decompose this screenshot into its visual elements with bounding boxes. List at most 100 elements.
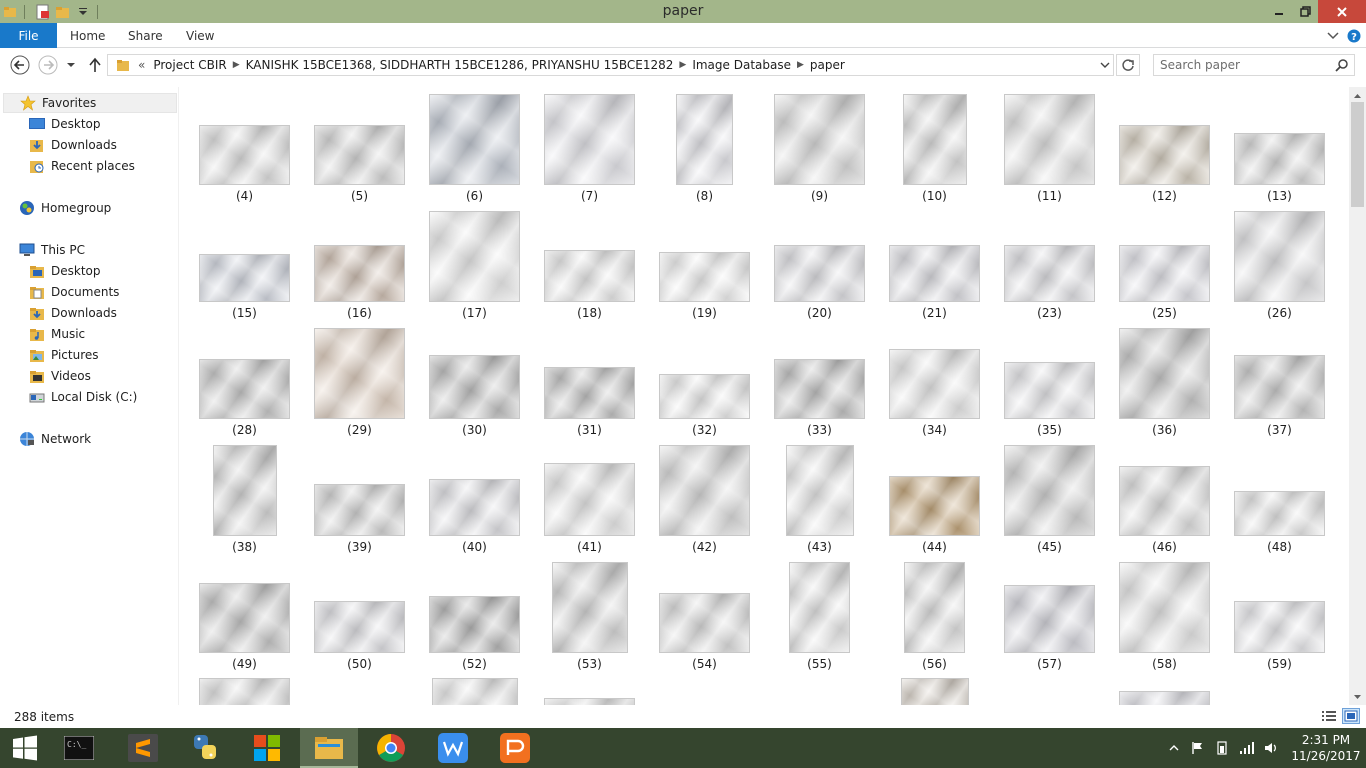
file-item[interactable]: (18) [532, 204, 647, 321]
address-dropdown-icon[interactable] [1097, 55, 1113, 75]
image-thumbnail[interactable] [774, 94, 865, 185]
image-thumbnail[interactable] [314, 601, 405, 653]
image-thumbnail[interactable] [889, 476, 980, 536]
image-thumbnail[interactable] [199, 583, 290, 653]
vertical-scrollbar[interactable] [1349, 87, 1366, 705]
file-item[interactable]: (48) [1222, 438, 1337, 555]
image-thumbnail[interactable] [1004, 94, 1095, 185]
restore-button[interactable] [1292, 0, 1318, 23]
sidebar-item-network[interactable]: Network [19, 429, 91, 449]
sidebar-item-recent-places[interactable]: Recent places [29, 156, 135, 176]
image-thumbnail[interactable] [889, 349, 980, 419]
tab-home[interactable]: Home [70, 23, 105, 48]
image-thumbnail[interactable] [659, 593, 750, 653]
image-thumbnail[interactable] [1004, 245, 1095, 302]
file-item[interactable]: (29) [302, 321, 417, 438]
image-thumbnail[interactable] [429, 211, 520, 302]
start-button[interactable] [0, 728, 50, 768]
chevron-right-icon[interactable]: ▶ [233, 60, 240, 70]
chevron-right-icon[interactable]: ▶ [797, 60, 804, 70]
image-thumbnail[interactable] [1119, 245, 1210, 302]
sidebar-item-local-disk[interactable]: Local Disk (C:) [29, 387, 137, 407]
file-item[interactable]: (25) [1107, 204, 1222, 321]
file-item[interactable]: (36) [1107, 321, 1222, 438]
image-thumbnail[interactable] [774, 359, 865, 419]
image-thumbnail[interactable] [1119, 125, 1210, 185]
image-thumbnail[interactable] [659, 252, 750, 302]
file-item[interactable]: (23) [992, 204, 1107, 321]
file-item[interactable]: (35) [992, 321, 1107, 438]
file-item[interactable]: (8) [647, 87, 762, 204]
sidebar-item-downloads[interactable]: Downloads [29, 303, 117, 323]
file-item[interactable]: (7) [532, 87, 647, 204]
file-item[interactable]: (9) [762, 87, 877, 204]
scroll-down-icon[interactable] [1349, 688, 1366, 705]
image-thumbnail[interactable] [1234, 601, 1325, 653]
file-item[interactable]: (56) [877, 555, 992, 672]
help-icon[interactable]: ? [1346, 23, 1362, 48]
image-thumbnail[interactable] [676, 94, 733, 185]
image-thumbnail[interactable] [789, 562, 850, 653]
file-item[interactable]: (41) [532, 438, 647, 555]
chrome-taskbar-button[interactable] [362, 728, 420, 768]
file-item[interactable]: (37) [1222, 321, 1337, 438]
image-thumbnail[interactable] [1004, 445, 1095, 536]
file-item[interactable]: (6) [417, 87, 532, 204]
sidebar-item-desktop[interactable]: Desktop [29, 261, 101, 281]
image-thumbnail[interactable] [432, 678, 518, 705]
cmd-taskbar-button[interactable]: C:\_ [50, 728, 108, 768]
file-explorer-taskbar-button[interactable] [300, 728, 358, 768]
file-item[interactable]: (42) [647, 438, 762, 555]
search-box[interactable] [1153, 54, 1355, 76]
forward-button[interactable] [37, 54, 58, 75]
image-thumbnail[interactable] [213, 445, 277, 536]
clock[interactable]: 2:31 PM 11/26/2017 [1286, 732, 1366, 764]
image-thumbnail[interactable] [1119, 562, 1210, 653]
refresh-button[interactable] [1116, 54, 1140, 76]
image-thumbnail[interactable] [199, 125, 290, 185]
image-thumbnail[interactable] [544, 94, 635, 185]
tab-file[interactable]: File [0, 23, 57, 48]
image-thumbnail[interactable] [659, 445, 750, 536]
search-input[interactable] [1160, 57, 1330, 73]
breadcrumb-paper[interactable]: paper [810, 58, 845, 72]
large-icons-view-icon[interactable] [1342, 708, 1360, 724]
file-item[interactable]: (53) [532, 555, 647, 672]
image-thumbnail[interactable] [544, 250, 635, 302]
file-item[interactable]: (32) [647, 321, 762, 438]
file-item[interactable]: (34) [877, 321, 992, 438]
details-view-icon[interactable] [1320, 708, 1338, 724]
file-item[interactable]: (11) [992, 87, 1107, 204]
wps-presentation-taskbar-button[interactable] [486, 728, 544, 768]
sidebar-item-pictures[interactable]: Pictures [29, 345, 99, 365]
file-item[interactable]: (38) [187, 438, 302, 555]
python-taskbar-button[interactable] [176, 728, 234, 768]
file-item[interactable]: (17) [417, 204, 532, 321]
image-thumbnail[interactable] [1119, 691, 1210, 705]
file-item[interactable]: (58) [1107, 555, 1222, 672]
minimize-button[interactable] [1266, 0, 1292, 23]
image-thumbnail[interactable] [659, 374, 750, 419]
sidebar-item-desktop[interactable]: Desktop [29, 114, 101, 134]
up-button[interactable] [86, 54, 104, 75]
file-item[interactable]: (59) [1222, 555, 1337, 672]
file-item[interactable]: (44) [877, 438, 992, 555]
file-item[interactable]: (50) [302, 555, 417, 672]
image-thumbnail[interactable] [1119, 328, 1210, 419]
close-button[interactable] [1318, 0, 1366, 23]
image-thumbnail[interactable] [901, 678, 969, 705]
breadcrumb-overflow[interactable]: « [138, 58, 145, 72]
image-thumbnail[interactable] [904, 562, 965, 653]
file-item[interactable]: (31) [532, 321, 647, 438]
breadcrumb-image-database[interactable]: Image Database [692, 58, 791, 72]
file-item[interactable]: (33) [762, 321, 877, 438]
file-item[interactable]: (43) [762, 438, 877, 555]
image-thumbnail[interactable] [199, 678, 290, 705]
breadcrumb-project-cbir[interactable]: Project CBIR [153, 58, 226, 72]
file-item[interactable]: (45) [992, 438, 1107, 555]
sublime-text-taskbar-button[interactable] [114, 728, 172, 768]
sidebar-item-favorites[interactable]: Favorites [3, 93, 177, 113]
image-thumbnail[interactable] [889, 245, 980, 302]
file-item[interactable]: (20) [762, 204, 877, 321]
flag-icon[interactable] [1190, 728, 1206, 768]
